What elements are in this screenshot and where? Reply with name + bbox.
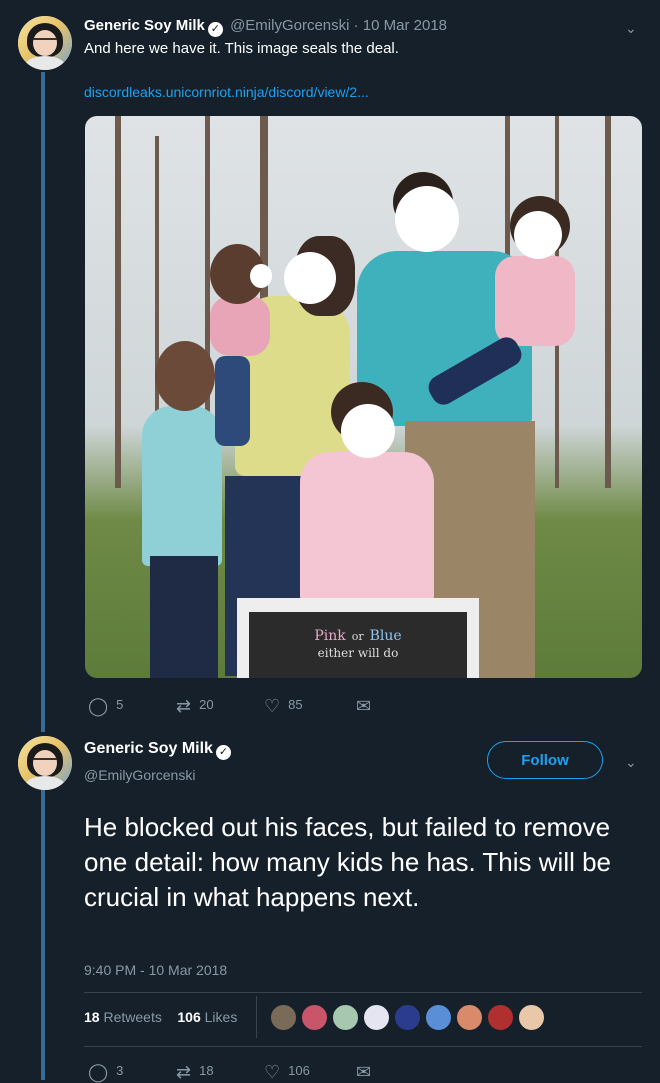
liker-avatar[interactable] <box>332 1004 359 1031</box>
face-blur <box>284 252 336 304</box>
retweets-count: 18 <box>84 1009 100 1025</box>
liker-avatar[interactable] <box>425 1004 452 1031</box>
liker-avatar[interactable] <box>518 1004 545 1031</box>
heart-icon: ♡ <box>264 1062 281 1082</box>
tweet-text: He blocked out his faces, but failed to … <box>84 812 612 912</box>
display-name[interactable]: Generic Soy Milk <box>84 740 213 757</box>
chevron-down-icon[interactable]: ⌄ <box>625 754 637 771</box>
message-button[interactable]: ✉ <box>356 696 379 717</box>
divider <box>256 996 257 1038</box>
divider <box>84 1046 642 1047</box>
timestamp[interactable]: 9:40 PM - 10 Mar 2018 <box>84 962 227 978</box>
retweet-icon: ⇄ <box>176 1062 192 1082</box>
handle-and-date[interactable]: @EmilyGorcenski · 10 Mar 2018 <box>230 17 447 34</box>
face-blur <box>341 404 395 458</box>
reply-count: 5 <box>116 697 124 712</box>
reply-icon: ◯ <box>88 1062 109 1082</box>
sign-text-blue: Blue <box>369 628 402 644</box>
like-count: 106 <box>288 1063 310 1078</box>
like-button[interactable]: ♡ 85 <box>264 696 303 717</box>
likes-label: Likes <box>204 1009 238 1025</box>
envelope-icon: ✉ <box>356 696 372 716</box>
reply-count: 3 <box>116 1063 124 1078</box>
liker-avatar[interactable] <box>270 1004 297 1031</box>
sign-text-line2: either will do <box>317 646 399 660</box>
verified-icon: ✓ <box>215 745 231 760</box>
chevron-down-icon[interactable]: ⌄ <box>625 20 637 37</box>
avatar[interactable] <box>18 736 72 790</box>
thread-line <box>41 72 45 732</box>
retweet-icon: ⇄ <box>176 696 192 716</box>
likes-stat[interactable]: 106 Likes <box>177 1009 237 1025</box>
tweet-link[interactable]: discordleaks.unicornriot.ninja/discord/v… <box>84 84 369 100</box>
display-name[interactable]: Generic Soy Milk <box>84 17 205 34</box>
retweet-button[interactable]: ⇄ 20 <box>176 696 214 717</box>
tweet-header: Generic Soy Milk ✓ @EmilyGorcenski · 10 M… <box>84 17 447 37</box>
face-blur <box>514 211 562 259</box>
tweet-text: And here we have it. This image seals th… <box>84 40 399 57</box>
chalkboard-sign: Pink or Blue either will do <box>237 598 479 678</box>
sign-text-pink: Pink <box>314 628 346 644</box>
tweet-photo[interactable]: Pink or Blue either will do <box>85 116 642 678</box>
like-count: 85 <box>288 697 303 712</box>
divider <box>84 992 642 993</box>
display-name-row: Generic Soy Milk ✓ <box>84 740 234 760</box>
liker-avatar[interactable] <box>394 1004 421 1031</box>
verified-icon: ✓ <box>207 22 223 37</box>
retweets-label: Retweets <box>103 1009 162 1025</box>
thread-line <box>41 790 45 1080</box>
reply-icon: ◯ <box>88 696 109 716</box>
retweets-stat[interactable]: 18 Retweets <box>84 1009 162 1025</box>
engagement-stats: 18 Retweets 106 Likes <box>84 1009 237 1025</box>
avatar[interactable] <box>18 16 72 70</box>
liker-avatar[interactable] <box>301 1004 328 1031</box>
liker-avatar[interactable] <box>487 1004 514 1031</box>
retweet-count: 20 <box>199 697 214 712</box>
handle[interactable]: @EmilyGorcenski <box>84 767 195 783</box>
likes-count: 106 <box>177 1009 201 1025</box>
face-blur <box>395 186 459 252</box>
envelope-icon: ✉ <box>356 1062 372 1082</box>
liker-avatar[interactable] <box>456 1004 483 1031</box>
sign-text-or: or <box>351 630 364 643</box>
follow-button[interactable]: Follow <box>487 741 603 779</box>
liker-avatar[interactable] <box>363 1004 390 1031</box>
heart-icon: ♡ <box>264 696 281 716</box>
retweet-count: 18 <box>199 1063 214 1078</box>
reply-button[interactable]: ◯ 5 <box>88 696 123 717</box>
face-blur <box>250 264 272 288</box>
